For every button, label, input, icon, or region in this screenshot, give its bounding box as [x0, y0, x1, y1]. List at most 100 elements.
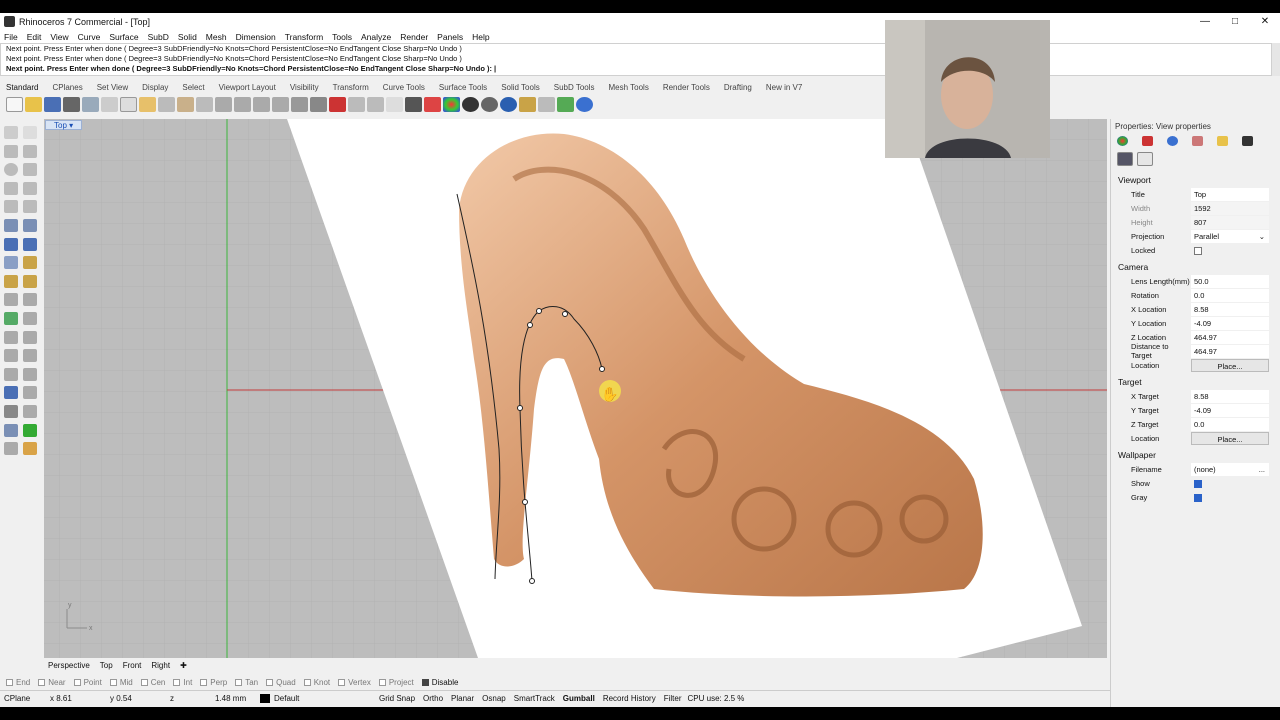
text-icon[interactable]: [4, 349, 18, 363]
toggle-planar[interactable]: Planar: [451, 694, 474, 703]
loft-icon[interactable]: [23, 218, 37, 232]
osnap-disable[interactable]: Disable: [421, 678, 458, 687]
mirror-icon[interactable]: [23, 367, 37, 381]
tab-cplanes[interactable]: CPlanes: [52, 83, 82, 92]
checkbox[interactable]: [421, 678, 429, 686]
light-icon[interactable]: [386, 96, 403, 112]
material-sphere-icon[interactable]: [500, 96, 517, 112]
toggle-filter[interactable]: Filter: [664, 694, 682, 703]
close-icon[interactable]: ✕: [1250, 13, 1280, 30]
toggle-record-history[interactable]: Record History: [603, 694, 656, 703]
blend-icon[interactable]: [23, 311, 37, 325]
tab-display[interactable]: Display: [142, 83, 168, 92]
checkbox[interactable]: [73, 678, 81, 686]
osnap-end[interactable]: End: [6, 678, 30, 687]
layer-name[interactable]: Default: [274, 694, 379, 703]
command-prompt[interactable]: Next point. Press Enter when done ( Degr…: [6, 64, 1271, 74]
menu-subd[interactable]: SubD: [148, 32, 169, 42]
checkbox[interactable]: [6, 678, 13, 686]
camera-icon[interactable]: [1117, 152, 1133, 166]
sphere-icon[interactable]: [23, 237, 37, 251]
tab-top[interactable]: Top: [100, 661, 113, 670]
osnap-project[interactable]: Project: [378, 678, 414, 687]
split-icon[interactable]: [23, 293, 37, 307]
osnap-int[interactable]: Int: [173, 678, 192, 687]
viewport-top[interactable]: ✋ y x Top ▾: [44, 119, 1107, 658]
zoom-extents-icon[interactable]: [253, 96, 270, 112]
paste-icon[interactable]: [139, 96, 156, 112]
rotate-view-icon[interactable]: [196, 96, 213, 112]
new-icon[interactable]: [6, 96, 23, 112]
menu-mesh[interactable]: Mesh: [206, 32, 227, 42]
tab-front[interactable]: Front: [123, 661, 142, 670]
locked-checkbox[interactable]: [1194, 247, 1202, 255]
z-location-field[interactable]: 464.97: [1191, 330, 1269, 344]
title-field[interactable]: Top: [1191, 187, 1269, 201]
command-scrollbar[interactable]: [1272, 43, 1280, 76]
zoom-selected-icon[interactable]: [272, 96, 289, 112]
point-tool-icon[interactable]: [23, 126, 37, 139]
checkbox[interactable]: [235, 678, 243, 686]
grid-icon[interactable]: [310, 96, 327, 112]
tab-curve-tools[interactable]: Curve Tools: [383, 83, 425, 92]
viewport-title-tab[interactable]: Top ▾: [45, 120, 83, 130]
tab-subd-tools[interactable]: SubD Tools: [554, 83, 595, 92]
add-viewport-icon[interactable]: ✚: [180, 661, 187, 670]
cplane-icon[interactable]: [329, 96, 346, 112]
polyline-icon[interactable]: [4, 144, 18, 158]
undo-icon[interactable]: [158, 96, 175, 112]
polygon-icon[interactable]: [23, 181, 37, 195]
osnap-vertex[interactable]: Vertex: [338, 678, 371, 687]
toggle-smarttrack[interactable]: SmartTrack: [514, 694, 555, 703]
rectangle-icon[interactable]: [4, 181, 18, 195]
move-icon[interactable]: [4, 330, 18, 344]
tab-mesh-tools[interactable]: Mesh Tools: [609, 83, 649, 92]
gray-checkbox[interactable]: [1194, 494, 1202, 502]
extrude-icon[interactable]: [23, 256, 37, 270]
dimensions-icon[interactable]: [538, 96, 555, 112]
z-target-field[interactable]: 0.0: [1191, 417, 1269, 431]
osnap-knot[interactable]: Knot: [303, 678, 330, 687]
point-icon[interactable]: [348, 96, 365, 112]
checkbox[interactable]: [140, 678, 148, 686]
osnap-near[interactable]: Near: [38, 678, 66, 687]
import-icon[interactable]: [82, 96, 99, 112]
menu-analyze[interactable]: Analyze: [361, 32, 391, 42]
menu-view[interactable]: View: [50, 32, 68, 42]
copy-icon[interactable]: [120, 96, 137, 112]
select-arrow-icon[interactable]: [4, 126, 18, 139]
shaded-sphere-icon[interactable]: [481, 96, 498, 112]
checkbox[interactable]: [266, 678, 274, 686]
menu-help[interactable]: Help: [472, 32, 489, 42]
fillet-icon[interactable]: [23, 200, 37, 214]
rotation-field[interactable]: 0.0: [1191, 288, 1269, 302]
curve-icon[interactable]: [23, 144, 37, 158]
zoom-window-icon[interactable]: [234, 96, 251, 112]
checkbox[interactable]: [200, 678, 208, 686]
layer-tool-icon[interactable]: [4, 442, 18, 456]
osnap-quad[interactable]: Quad: [266, 678, 296, 687]
tab-render-tools[interactable]: Render Tools: [663, 83, 710, 92]
folder-icon[interactable]: [1217, 136, 1228, 146]
x-location-field[interactable]: 8.58: [1191, 302, 1269, 316]
tab-drafting[interactable]: Drafting: [724, 83, 752, 92]
tab-viewport-layout[interactable]: Viewport Layout: [219, 83, 276, 92]
render-icon[interactable]: [1167, 136, 1178, 146]
tab-solid-tools[interactable]: Solid Tools: [501, 83, 540, 92]
lock-icon[interactable]: [405, 96, 422, 112]
align-icon[interactable]: [4, 367, 18, 381]
y-target-field[interactable]: -4.09: [1191, 403, 1269, 417]
solid-icon[interactable]: [4, 386, 18, 400]
menu-panels[interactable]: Panels: [437, 32, 463, 42]
surface-icon[interactable]: [4, 218, 18, 232]
check-icon[interactable]: [23, 423, 37, 437]
mesh-icon[interactable]: [4, 256, 18, 270]
array-icon[interactable]: [4, 404, 18, 418]
layer-icon[interactable]: [424, 96, 441, 112]
target-place-button[interactable]: Place...: [1191, 431, 1269, 445]
tab-standard[interactable]: Standard: [6, 83, 38, 92]
keyboard-icon[interactable]: [1242, 136, 1253, 146]
tab-new-in-v7[interactable]: New in V7: [766, 83, 802, 92]
help-icon[interactable]: [576, 96, 593, 112]
filename-field[interactable]: (none)...: [1191, 462, 1269, 476]
